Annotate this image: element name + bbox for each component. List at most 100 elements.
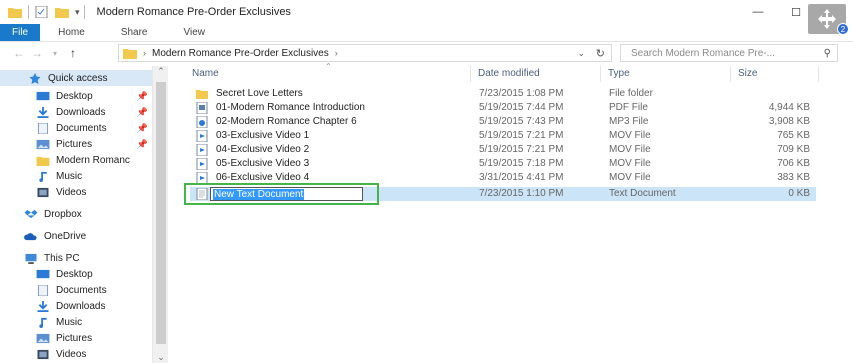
- sidebar-item-label: Quick access: [48, 72, 108, 84]
- column-divider[interactable]: [600, 66, 601, 82]
- sidebar-item-pc-desktop[interactable]: Desktop: [0, 266, 152, 282]
- file-size: 3,908 KB: [768, 116, 810, 127]
- file-date: 5/19/2015 7:43 PM: [479, 116, 564, 127]
- file-name: 05-Exclusive Video 3: [216, 158, 310, 169]
- up-arrow-icon[interactable]: ↑: [64, 46, 82, 60]
- sidebar-item-label: Pictures: [56, 138, 93, 150]
- folder-icon: [196, 90, 208, 99]
- pin-icon[interactable]: 📌: [137, 123, 148, 134]
- refresh-icon[interactable]: ↻: [596, 47, 605, 60]
- folder-icon[interactable]: [8, 6, 22, 18]
- column-header-name[interactable]: Name: [192, 68, 219, 79]
- sidebar-item-pc-music[interactable]: Music: [0, 314, 152, 330]
- sidebar-item-pc-videos[interactable]: Videos: [0, 346, 152, 362]
- file-row[interactable]: 02-Modern Romance Chapter 6 5/19/2015 7:…: [190, 115, 816, 129]
- column-divider[interactable]: [818, 66, 819, 82]
- sidebar-item-pc-documents[interactable]: Documents: [0, 282, 152, 298]
- navigation-bar: ← → ▾ ↑ › Modern Romance Pre-Order Exclu…: [0, 43, 853, 63]
- sidebar-item-dropbox[interactable]: Dropbox: [0, 206, 152, 222]
- breadcrumb-chevron-icon[interactable]: ›: [335, 48, 338, 58]
- sidebar-scrollbar[interactable]: ⌃ ⌄: [152, 66, 168, 363]
- file-row[interactable]: 01-Modern Romance Introduction 5/19/2015…: [190, 101, 816, 115]
- breadcrumb[interactable]: Modern Romance Pre-Order Exclusives: [152, 48, 329, 59]
- sidebar-item-label: Music: [56, 170, 83, 182]
- file-row[interactable]: 04-Exclusive Video 2 5/19/2015 7:21 PM M…: [190, 143, 816, 157]
- audio-file-icon: [196, 116, 208, 128]
- sidebar-item-label: Downloads: [56, 300, 106, 312]
- sidebar-item-pc-downloads[interactable]: Downloads: [0, 298, 152, 314]
- file-date: 5/19/2015 7:44 PM: [479, 102, 564, 113]
- sidebar-item-this-pc[interactable]: This PC: [0, 250, 152, 266]
- title-bar: ▾ Modern Romance Pre-Order Exclusives — …: [0, 0, 853, 35]
- dropbox-icon: [24, 209, 38, 218]
- file-date: 7/23/2015 1:10 PM: [479, 188, 564, 199]
- tab-home[interactable]: Home: [40, 24, 103, 41]
- sidebar-item-videos[interactable]: Videos: [0, 184, 152, 200]
- properties-icon[interactable]: [35, 6, 49, 18]
- pictures-icon: [36, 139, 50, 149]
- address-bar[interactable]: › Modern Romance Pre-Order Exclusives › …: [118, 44, 612, 62]
- column-header-date[interactable]: Date modified: [478, 68, 540, 79]
- pin-icon[interactable]: 📌: [137, 139, 148, 150]
- tab-share[interactable]: Share: [103, 24, 166, 41]
- sidebar-item-label: Modern Romanc: [56, 154, 130, 166]
- file-date: 7/23/2015 1:08 PM: [479, 88, 564, 99]
- video-file-icon: [196, 158, 208, 170]
- quick-access-toolbar: ▾: [8, 5, 91, 19]
- pin-icon[interactable]: 📌: [137, 107, 148, 118]
- sidebar-item-downloads[interactable]: Downloads 📌: [0, 104, 152, 120]
- sidebar-item-desktop[interactable]: Desktop 📌: [0, 88, 152, 104]
- back-arrow-icon[interactable]: ←: [10, 46, 28, 60]
- scroll-down-icon[interactable]: ⌄: [153, 352, 169, 363]
- file-type: MOV File: [609, 172, 651, 183]
- file-date: 5/19/2015 7:21 PM: [479, 144, 564, 155]
- scroll-up-icon[interactable]: ⌃: [153, 66, 169, 77]
- file-size: 0 KB: [788, 188, 810, 199]
- pc-icon: [25, 253, 37, 264]
- sidebar-item-modern-romance[interactable]: Modern Romanc: [0, 152, 152, 168]
- file-size: 4,944 KB: [768, 102, 810, 113]
- sidebar-item-documents[interactable]: Documents 📌: [0, 120, 152, 136]
- videos-icon: [37, 349, 49, 359]
- file-type: MOV File: [609, 130, 651, 141]
- pin-icon[interactable]: 📌: [137, 91, 148, 102]
- column-header-type[interactable]: Type: [608, 68, 630, 79]
- address-dropdown-icon[interactable]: ⌄: [577, 48, 585, 59]
- documents-icon: [37, 284, 49, 296]
- file-date: 5/19/2015 7:21 PM: [479, 130, 564, 141]
- file-row[interactable]: 05-Exclusive Video 3 5/19/2015 7:18 PM M…: [190, 157, 816, 171]
- file-type: MOV File: [609, 158, 651, 169]
- minimize-button[interactable]: —: [739, 0, 777, 24]
- callout-highlight-box: [184, 183, 379, 205]
- recent-locations-icon[interactable]: ▾: [46, 49, 64, 58]
- tab-file[interactable]: File: [0, 24, 41, 41]
- file-row[interactable]: 03-Exclusive Video 1 5/19/2015 7:21 PM M…: [190, 129, 816, 143]
- sidebar-item-label: Desktop: [56, 268, 93, 280]
- customize-toolbar-icon[interactable]: ▾: [75, 7, 80, 18]
- sidebar-item-label: This PC: [44, 252, 80, 264]
- file-size: 706 KB: [777, 158, 810, 169]
- sidebar-item-label: Music: [56, 316, 83, 328]
- video-file-icon: [196, 130, 208, 142]
- desktop-icon: [36, 91, 50, 100]
- sidebar-item-onedrive[interactable]: OneDrive: [0, 228, 152, 244]
- file-row[interactable]: Secret Love Letters 7/23/2015 1:08 PM Fi…: [190, 87, 816, 101]
- file-name: 03-Exclusive Video 1: [216, 130, 310, 141]
- scrollbar-thumb[interactable]: [156, 82, 166, 344]
- sidebar-item-label: Downloads: [56, 106, 106, 118]
- forward-arrow-icon[interactable]: →: [28, 46, 46, 60]
- column-divider[interactable]: [730, 66, 731, 82]
- breadcrumb-chevron-icon[interactable]: ›: [143, 48, 146, 58]
- search-input[interactable]: Search Modern Romance Pre-... ⚲: [620, 44, 838, 62]
- sidebar-item-music[interactable]: Music: [0, 168, 152, 184]
- new-folder-icon[interactable]: [55, 6, 69, 18]
- tab-view[interactable]: View: [166, 24, 224, 41]
- column-divider[interactable]: [470, 66, 471, 82]
- file-size: 709 KB: [777, 144, 810, 155]
- column-header-size[interactable]: Size: [738, 68, 757, 79]
- sidebar-item-pc-pictures[interactable]: Pictures: [0, 330, 152, 346]
- sidebar-item-quick-access[interactable]: Quick access: [0, 70, 152, 86]
- divider: [28, 5, 29, 19]
- sidebar-item-pictures[interactable]: Pictures 📌: [0, 136, 152, 152]
- search-icon[interactable]: ⚲: [824, 48, 831, 59]
